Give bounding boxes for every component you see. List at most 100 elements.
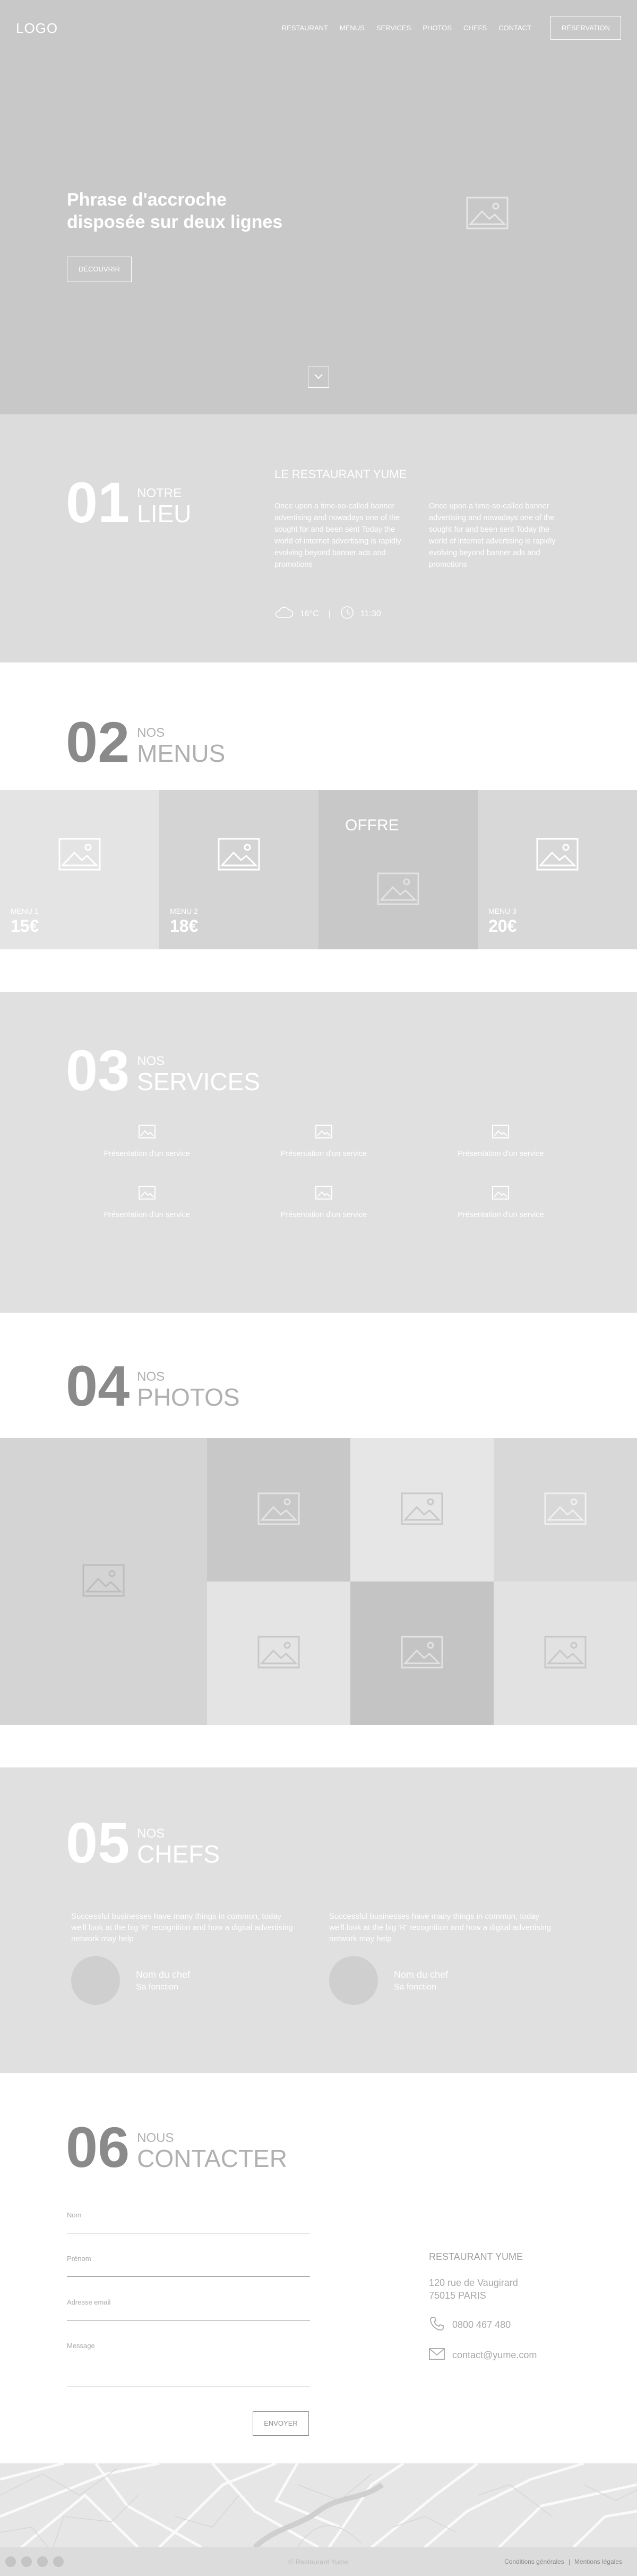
section-chefs: 05 NOS CHEFS Successful businesses have … — [0, 1767, 637, 2073]
phone-number[interactable]: 0800 467 480 — [452, 2319, 511, 2331]
menu-price: 18€ — [170, 916, 199, 936]
address: 120 rue de Vaugirard 75015 PARIS — [429, 2276, 537, 2302]
image-placeholder-icon — [536, 838, 579, 873]
gallery-photo[interactable] — [0, 1438, 207, 1725]
address-line: 75015 PARIS — [429, 2290, 486, 2301]
contact-form: Nom Prénom Adresse email Message — [67, 2211, 310, 2408]
opening-time: 11:30 — [360, 609, 381, 618]
nav-contact[interactable]: CONTACT — [498, 24, 531, 32]
service-item: Présentation d'un service — [412, 1186, 589, 1220]
photo-gallery — [0, 1438, 637, 1725]
section-heading: 01 NOTRE LIEU — [66, 474, 192, 531]
section-number: 04 — [66, 1354, 130, 1418]
menu-name: MENU 1 — [11, 907, 39, 915]
gallery-photo[interactable] — [350, 1438, 494, 1582]
message-field[interactable]: Message — [67, 2342, 310, 2386]
temperature: 16°C — [300, 609, 319, 618]
section-title: LIEU — [137, 500, 192, 528]
section-lieu: 01 NOTRE LIEU LE RESTAURANT YUME Once up… — [0, 414, 637, 662]
section-subtitle: NOS — [137, 1370, 165, 1384]
image-placeholder-icon — [466, 197, 509, 232]
image-placeholder-icon — [58, 838, 101, 873]
legal-notice-link[interactable]: Mentions légales — [574, 2558, 622, 2565]
send-button[interactable]: ENVOYER — [253, 2411, 309, 2436]
nav-photos[interactable]: PHOTOS — [423, 24, 452, 32]
gallery-photo[interactable] — [494, 1582, 637, 1725]
clock-icon — [340, 606, 354, 622]
map-streets-icon — [0, 2463, 637, 2547]
section-subtitle: NOS — [137, 1054, 165, 1068]
image-placeholder-icon — [492, 1186, 510, 1202]
section-subtitle: NOTRE — [137, 486, 182, 500]
service-text: Présentation d'un service — [280, 1211, 367, 1219]
top-navigation: LOGO RESTAURANT MENUS SERVICES PHOTOS CH… — [0, 0, 637, 58]
nav-menus[interactable]: MENUS — [340, 24, 365, 32]
hero-section: LOGO RESTAURANT MENUS SERVICES PHOTOS CH… — [0, 0, 637, 414]
section-menus: 02 NOS MENUS — [0, 662, 637, 790]
gallery-photo[interactable] — [350, 1582, 494, 1725]
image-placeholder-icon — [401, 1636, 443, 1671]
restaurant-name: RESTAURANT YUME — [429, 2251, 523, 2262]
field-label: Nom — [67, 2211, 82, 2219]
section-subtitle: NOUS — [137, 2131, 174, 2145]
terms-link[interactable]: Conditions générales — [504, 2558, 564, 2565]
discover-button[interactable]: DÉCOUVRIR — [67, 257, 132, 282]
menu-name: MENU 3 — [488, 907, 517, 915]
image-placeholder-icon — [544, 1636, 587, 1671]
restaurant-text-1: Once upon a time-so-called banner advert… — [274, 502, 401, 569]
restaurant-text-2: Once upon a time-so-called banner advert… — [429, 502, 556, 569]
last-name-field[interactable]: Nom — [67, 2211, 310, 2233]
image-placeholder-icon — [82, 1564, 125, 1600]
footer: © Restaurant Yume Conditions générales |… — [0, 2547, 637, 2576]
field-label: Message — [67, 2342, 95, 2350]
menu-card[interactable]: MENU 3 20€ — [478, 790, 637, 949]
avatar — [329, 1956, 378, 2005]
scroll-down-button[interactable] — [308, 367, 329, 388]
menu-cards: MENU 1 15€ MENU 2 18€ OFFRE MENU 3 20€ — [0, 790, 637, 949]
section-title: CONTACTER — [137, 2145, 287, 2172]
menu-price: 15€ — [11, 916, 39, 936]
divider: | — [568, 2558, 570, 2565]
nav-services[interactable]: SERVICES — [376, 24, 411, 32]
gallery-photo[interactable] — [494, 1438, 637, 1582]
section-heading: 05 NOS CHEFS — [66, 1814, 220, 1872]
service-text: Présentation d'un service — [104, 1150, 190, 1158]
logo[interactable]: LOGO — [16, 20, 58, 37]
image-placeholder-icon — [138, 1125, 156, 1141]
service-item: Présentation d'un service — [58, 1125, 235, 1159]
service-item: Présentation d'un service — [235, 1125, 412, 1159]
nav-restaurant[interactable]: RESTAURANT — [282, 24, 328, 32]
section-title: SERVICES — [137, 1068, 260, 1095]
section-heading: 03 NOS SERVICES — [66, 1042, 260, 1099]
spacer — [0, 949, 637, 992]
nav-chefs[interactable]: CHEFS — [463, 24, 487, 32]
menu-card[interactable]: MENU 2 18€ — [159, 790, 318, 949]
field-label: Prénom — [67, 2255, 91, 2263]
reservation-button[interactable]: RÉSERVATION — [550, 16, 621, 40]
first-name-field[interactable]: Prénom — [67, 2255, 310, 2277]
main-nav: RESTAURANT MENUS SERVICES PHOTOS CHEFS C… — [282, 16, 621, 40]
menu-card[interactable]: MENU 1 15€ — [0, 790, 159, 949]
services-grid: Présentation d'un service Présentation d… — [58, 1125, 589, 1220]
section-subtitle: NOS — [137, 1826, 165, 1841]
gallery-photo[interactable] — [207, 1438, 350, 1582]
image-placeholder-icon — [315, 1186, 332, 1202]
offer-label: OFFRE — [345, 817, 399, 834]
email-address[interactable]: contact@yume.com — [452, 2350, 537, 2361]
offer-card[interactable]: OFFRE — [318, 790, 478, 949]
service-item: Présentation d'un service — [412, 1125, 589, 1159]
section-services: 03 NOS SERVICES Présentation d'un servic… — [0, 992, 637, 1313]
map[interactable] — [0, 2463, 637, 2547]
chef-card: Successful businesses have many things i… — [329, 1911, 552, 2005]
restaurant-title: LE RESTAURANT YUME — [274, 467, 407, 481]
image-placeholder-icon — [377, 872, 419, 908]
email-field[interactable]: Adresse email — [67, 2298, 310, 2320]
image-placeholder-icon — [138, 1186, 156, 1202]
gallery-photo[interactable] — [207, 1582, 350, 1725]
chef-name: Nom du chef — [136, 1969, 191, 1980]
service-item: Présentation d'un service — [58, 1186, 235, 1220]
legal-links: Conditions générales | Mentions légales — [504, 2558, 622, 2565]
phone-row: 0800 467 480 — [429, 2316, 537, 2334]
phone-icon — [429, 2316, 452, 2334]
section-heading: 02 NOS MENUS — [66, 713, 225, 771]
